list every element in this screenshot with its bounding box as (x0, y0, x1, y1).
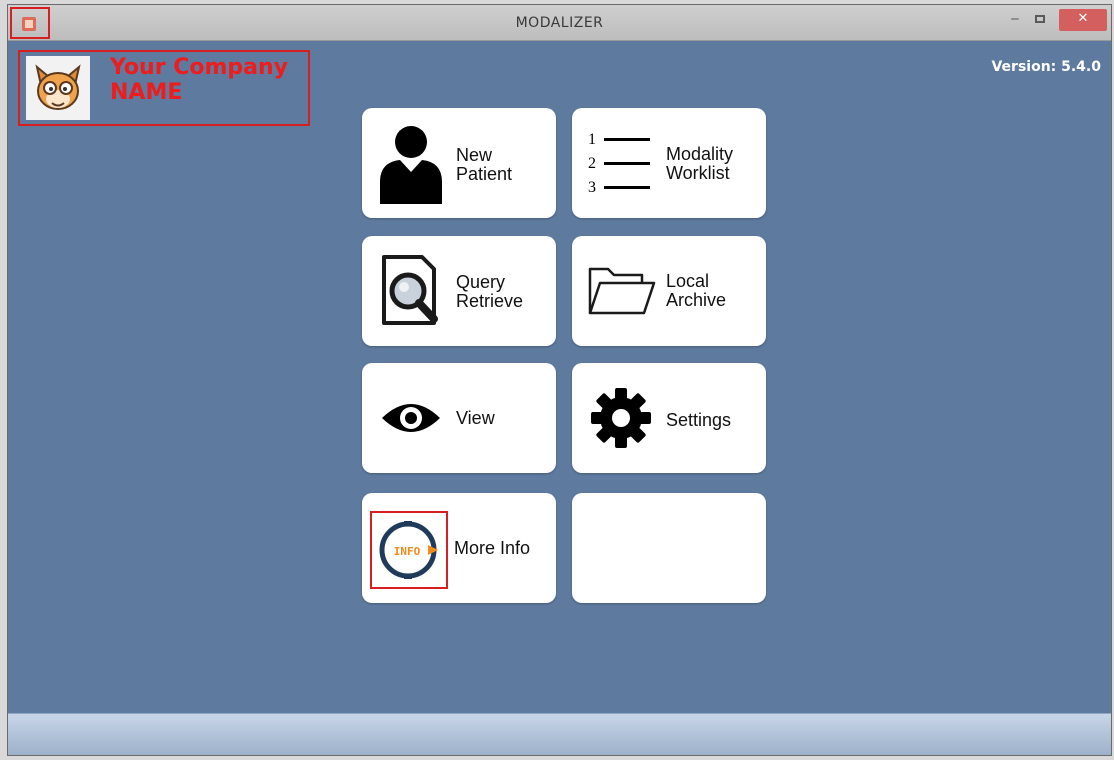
query-retrieve-button[interactable]: Query Retrieve (362, 236, 556, 346)
title-bar[interactable]: MODALIZER ‒ ✕ (8, 5, 1111, 41)
company-branding: Your Company NAME (18, 50, 310, 126)
document-search-icon (376, 250, 446, 332)
status-bar (8, 713, 1111, 755)
more-info-label: More Info (454, 538, 531, 558)
query-retrieve-label: Query Retrieve (456, 272, 524, 311)
modality-worklist-button[interactable]: 1 2 3 Modality Worklist (572, 108, 766, 218)
fox-logo-icon (35, 64, 81, 110)
window-title: MODALIZER (515, 15, 604, 31)
person-icon (376, 122, 446, 204)
maximize-button[interactable] (1029, 9, 1051, 31)
new-patient-label: New Patient (456, 145, 513, 184)
more-info-button[interactable]: INFO More Info (362, 493, 556, 603)
folder-icon (586, 250, 656, 332)
version-label: Version: 5.4.0 (991, 59, 1101, 75)
info-icon: INFO (370, 511, 448, 589)
settings-label: Settings (666, 410, 732, 430)
numbered-list-icon: 1 2 3 (586, 122, 656, 204)
empty-tile (572, 493, 766, 603)
company-name: Your Company NAME (110, 55, 310, 105)
info-icon-text: INFO (394, 545, 421, 558)
eye-icon (376, 377, 446, 459)
main-window: MODALIZER ‒ ✕ Your Company NAME Version:… (7, 4, 1112, 756)
company-name-line2: NAME (110, 80, 183, 105)
settings-button[interactable]: Settings (572, 363, 766, 473)
new-patient-button[interactable]: New Patient (362, 108, 556, 218)
view-button[interactable]: View (362, 363, 556, 473)
local-archive-button[interactable]: Local Archive (572, 236, 766, 346)
view-label: View (456, 408, 495, 428)
modality-worklist-label: Modality Worklist (666, 144, 734, 183)
company-name-line1: Your Company (110, 55, 288, 80)
list-number-1: 1 (588, 131, 596, 148)
gear-icon (586, 377, 656, 459)
close-button[interactable]: ✕ (1059, 9, 1107, 31)
list-number-2: 2 (588, 155, 596, 172)
local-archive-label: Local Archive (666, 271, 727, 310)
minimize-button[interactable]: ‒ (1005, 9, 1025, 31)
company-logo (26, 56, 90, 120)
list-number-3: 3 (588, 179, 596, 196)
